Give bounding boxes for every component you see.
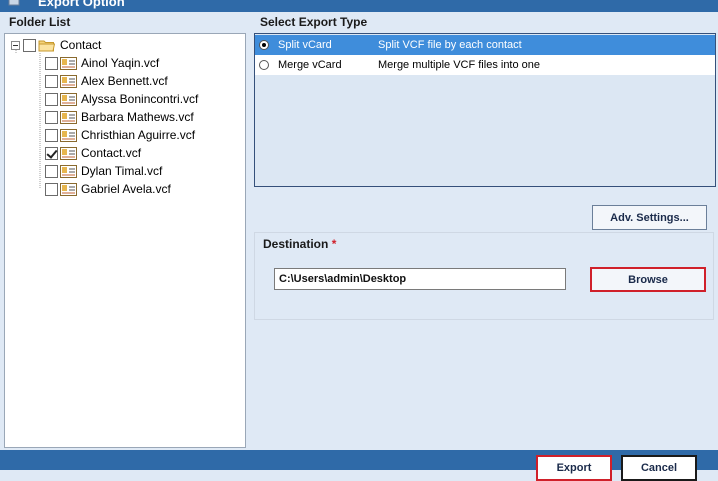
vcard-icon [60,182,77,196]
folder-tree[interactable]: Contact Ainol Yaqin.vcf Alex Bennett.vcf A… [4,33,246,448]
file-checkbox[interactable] [45,164,58,178]
option-description: Split VCF file by each contact [378,39,522,51]
vcard-icon [60,74,77,88]
collapse-toggle[interactable] [11,40,20,50]
vcard-icon [60,164,77,178]
contact-file-item[interactable]: Ainol Yaqin.vcf [45,54,198,72]
vcard-icon [60,146,77,160]
contact-file-item[interactable]: Christhian Aguirre.vcf [45,126,198,144]
file-label: Barbara Mathews.vcf [81,110,194,124]
destination-path-input[interactable] [274,268,566,290]
option-merge-vcard[interactable]: Merge vCard Merge multiple VCF files int… [255,55,715,75]
destination-label: Destination * [263,237,336,251]
file-checkbox[interactable] [45,56,58,70]
option-name: Merge vCard [278,59,342,71]
option-name: Split vCard [278,39,332,51]
vcard-icon [60,128,77,142]
title-bar: Export Option [0,0,718,12]
contact-file-list: Ainol Yaqin.vcf Alex Bennett.vcf Alyssa Bo… [45,54,198,198]
file-label: Ainol Yaqin.vcf [81,56,160,70]
contact-file-item[interactable]: Dylan Timal.vcf [45,162,198,180]
contact-file-item[interactable]: Alex Bennett.vcf [45,72,198,90]
tree-root-label: Contact [60,38,102,52]
browse-button[interactable]: Browse [590,267,706,292]
root-checkbox[interactable] [23,38,36,52]
app-icon [8,0,20,6]
required-marker: * [331,237,337,251]
merge-vcard-radio[interactable] [259,60,269,70]
window-title: Export Option [38,0,125,9]
folder-list-label: Folder List [9,15,71,29]
file-label: Alyssa Bonincontri.vcf [81,92,199,106]
file-checkbox[interactable] [45,146,58,160]
contact-file-item[interactable]: Alyssa Bonincontri.vcf [45,90,198,108]
tree-root-contact[interactable]: Contact [11,36,101,54]
file-checkbox[interactable] [45,182,58,196]
file-checkbox[interactable] [45,74,58,88]
file-checkbox[interactable] [45,92,58,106]
destination-label-text: Destination [263,237,329,251]
contact-file-item[interactable]: Contact.vcf [45,144,198,162]
option-split-vcard[interactable]: Split vCard Split VCF file by each conta… [255,35,715,55]
vcard-icon [60,110,77,124]
contact-file-item[interactable]: Barbara Mathews.vcf [45,108,198,126]
file-label: Christhian Aguirre.vcf [81,128,196,142]
option-description: Merge multiple VCF files into one [378,59,541,71]
export-type-list: Split vCard Split VCF file by each conta… [254,33,716,187]
export-button[interactable]: Export [536,455,612,481]
file-checkbox[interactable] [45,128,58,142]
file-label: Gabriel Avela.vcf [81,182,171,196]
cancel-button[interactable]: Cancel [621,455,697,481]
vcard-icon [60,56,77,70]
file-label: Alex Bennett.vcf [81,74,168,88]
export-type-label: Select Export Type [260,15,368,29]
file-label: Contact.vcf [81,146,142,160]
folder-icon [38,40,55,51]
contact-file-item[interactable]: Gabriel Avela.vcf [45,180,198,198]
vcard-icon [60,92,77,106]
file-checkbox[interactable] [45,110,58,124]
split-vcard-radio[interactable] [259,40,269,50]
adv-settings-button[interactable]: Adv. Settings... [592,205,707,230]
file-label: Dylan Timal.vcf [81,164,163,178]
